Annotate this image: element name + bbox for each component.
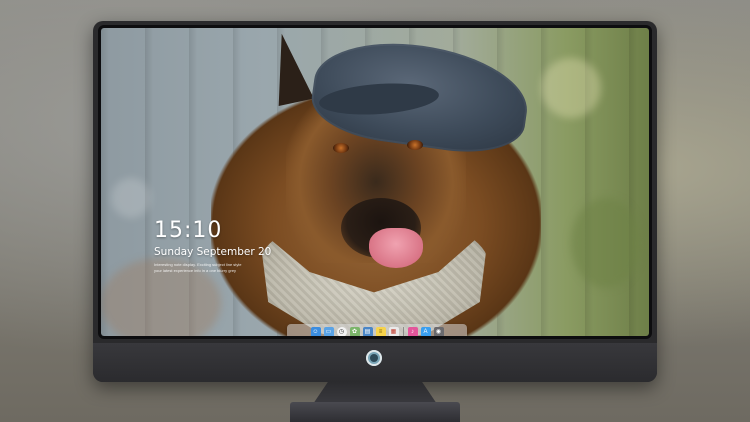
dog-eye-right xyxy=(407,140,423,150)
screen-bezel: 15:10 Sunday September 20 Interesting no… xyxy=(98,25,652,339)
brand-logo-icon xyxy=(366,350,382,366)
foliage-blur xyxy=(571,198,641,288)
dock-separator xyxy=(402,326,404,336)
lock-clock: 15:10 xyxy=(154,218,223,243)
camera-icon[interactable]: ◉ xyxy=(433,326,444,336)
notes-icon[interactable]: ≡ xyxy=(375,326,386,336)
lock-date: Sunday September 20 xyxy=(154,246,272,258)
bokeh-light xyxy=(541,58,601,118)
monitor: 15:10 Sunday September 20 Interesting no… xyxy=(93,21,657,382)
dog-eye-left xyxy=(333,143,349,153)
calendar-icon[interactable]: ▦ xyxy=(388,326,399,336)
clapperboard-icon[interactable]: ▤ xyxy=(362,326,373,336)
lock-note-line: your latest experience info in a one blu… xyxy=(154,268,237,273)
lock-screen[interactable]: 15:10 Sunday September 20 Interesting no… xyxy=(101,28,649,336)
photos-icon[interactable]: ✿ xyxy=(349,326,360,336)
monitor-stand-base xyxy=(290,402,460,422)
brand-logo-center xyxy=(370,354,378,362)
dock: ☺ ▭ ◷ ✿ ▤ ≡ ▦ ♪ A ◉ xyxy=(287,324,467,336)
app-store-icon[interactable]: A xyxy=(420,326,431,336)
bokeh-light xyxy=(111,178,151,218)
clock-icon[interactable]: ◷ xyxy=(336,326,347,336)
folder-icon[interactable]: ▭ xyxy=(323,326,334,336)
monitor-stand xyxy=(313,382,437,404)
lock-note-line: Interesting note display. Exciting subje… xyxy=(154,262,242,267)
dog-tongue xyxy=(369,228,423,268)
finder-icon[interactable]: ☺ xyxy=(310,326,321,336)
music-icon[interactable]: ♪ xyxy=(407,326,418,336)
